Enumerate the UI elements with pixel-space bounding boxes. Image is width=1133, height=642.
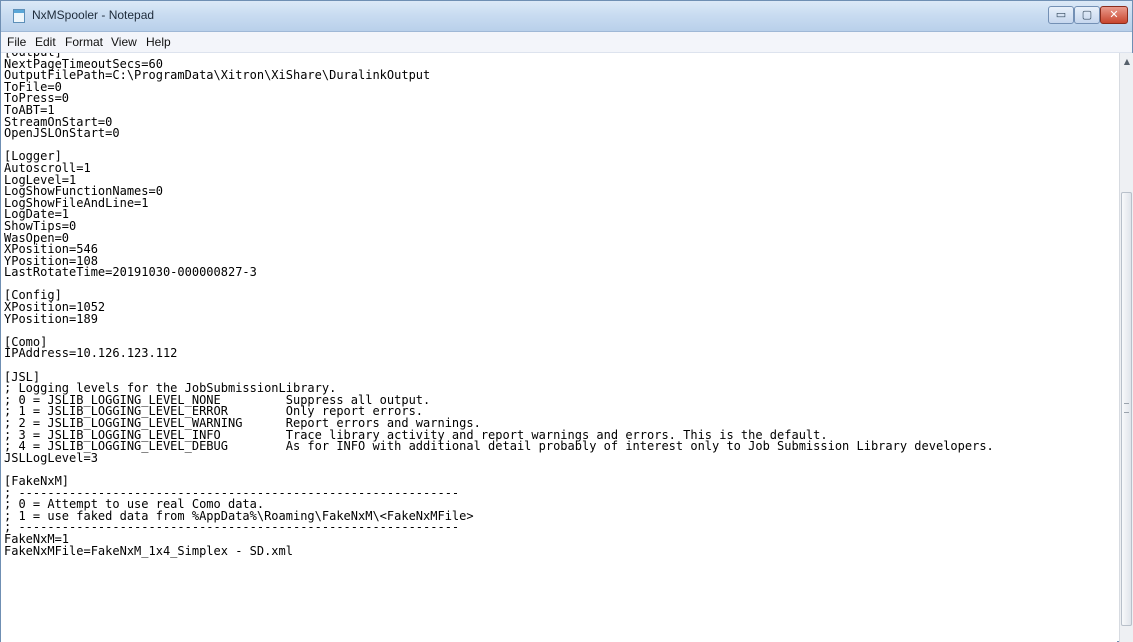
scroll-thumb[interactable] [1121,192,1132,626]
document-text[interactable]: [Output] NextPageTimeoutSecs=60 OutputFi… [4,53,994,557]
text-editor[interactable]: [Output] NextPageTimeoutSecs=60 OutputFi… [1,53,1117,642]
maximize-button[interactable]: ▢ [1074,6,1100,24]
scroll-up-arrow-icon[interactable]: ▲ [1120,55,1133,69]
notepad-app-icon [13,9,25,23]
menu-file[interactable]: File [7,35,26,49]
menu-edit[interactable]: Edit [35,35,56,49]
window-title: NxMSpooler - Notepad [32,8,155,22]
notepad-window: NxMSpooler - Notepad ▭ ▢ ✕ File Edit For… [0,0,1133,642]
minimize-button[interactable]: ▭ [1048,6,1074,24]
menu-view[interactable]: View [111,35,137,49]
vertical-scrollbar[interactable]: ▲ [1119,53,1133,642]
title-bar[interactable]: NxMSpooler - Notepad ▭ ▢ ✕ [1,1,1132,32]
menu-format[interactable]: Format [65,35,103,49]
close-button[interactable]: ✕ [1100,6,1128,24]
menu-bar: File Edit Format View Help [1,32,1132,53]
menu-help[interactable]: Help [146,35,171,49]
scroll-grip-icon [1124,403,1129,413]
